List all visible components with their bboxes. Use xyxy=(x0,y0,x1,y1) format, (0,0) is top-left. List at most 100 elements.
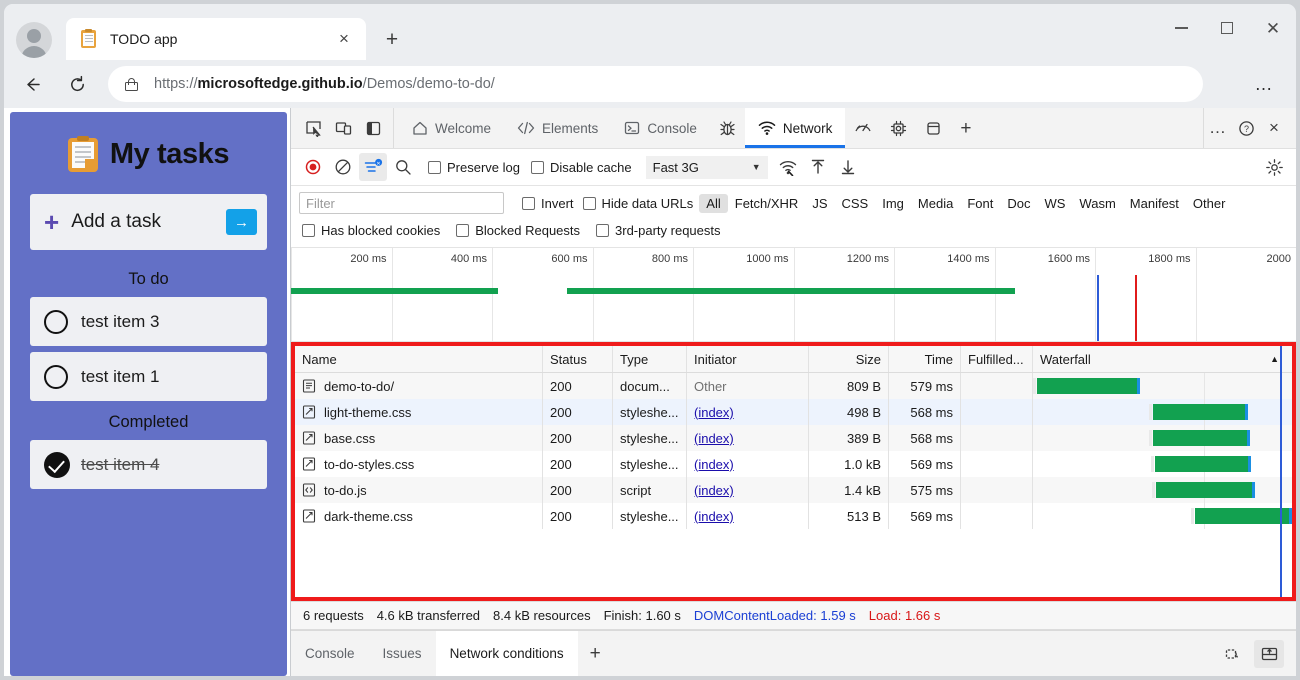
table-row[interactable]: light-theme.css 200 styleshe... (index) 498 … xyxy=(295,399,1292,425)
column-header-status[interactable]: Status xyxy=(543,346,613,372)
table-row[interactable]: dark-theme.css 200 styleshe... (index) 513 B… xyxy=(295,503,1292,529)
tab-console[interactable]: Console xyxy=(611,108,710,148)
clear-icon[interactable] xyxy=(329,153,357,181)
filter-icon[interactable]: ✕ xyxy=(359,153,387,181)
close-icon[interactable]: × xyxy=(330,25,358,53)
record-icon[interactable] xyxy=(299,153,327,181)
drawer-tab-console[interactable]: Console xyxy=(291,631,369,676)
checkbox-unchecked-icon[interactable] xyxy=(44,364,68,389)
waterfall-bar[interactable] xyxy=(1033,378,1140,394)
list-item[interactable]: test item 3 xyxy=(30,297,267,346)
browser-tab[interactable]: TODO app × xyxy=(66,18,366,60)
hide-data-urls-checkbox[interactable]: Hide data URLs xyxy=(582,196,693,211)
filter-type-other[interactable]: Other xyxy=(1186,194,1233,213)
initiator-link[interactable]: (index) xyxy=(694,431,734,446)
disable-cache-checkbox[interactable]: Disable cache xyxy=(530,160,632,175)
filter-type-ws[interactable]: WS xyxy=(1037,194,1072,213)
more-tabs-plus-icon[interactable]: + xyxy=(951,108,980,148)
column-header-waterfall[interactable]: Waterfall ▲ xyxy=(1033,346,1292,372)
url-input[interactable]: https://microsoftedge.github.io/Demos/de… xyxy=(108,66,1203,102)
close-devtools-icon[interactable]: × xyxy=(1260,114,1288,142)
filter-type-font[interactable]: Font xyxy=(960,194,1000,213)
reload-icon[interactable] xyxy=(60,67,94,101)
list-item[interactable]: test item 1 xyxy=(30,352,267,401)
column-header-size[interactable]: Size xyxy=(809,346,889,372)
help-icon[interactable]: ? xyxy=(1232,114,1260,142)
column-header-type[interactable]: Type xyxy=(613,346,687,372)
blocked-requests-checkbox[interactable]: Blocked Requests xyxy=(456,223,580,238)
add-task-input[interactable]: Add a task xyxy=(71,211,226,233)
table-row[interactable]: demo-to-do/200 docum... Other 809 B 579 ms xyxy=(295,373,1292,399)
initiator-link[interactable]: (index) xyxy=(694,483,734,498)
filter-input[interactable]: Filter xyxy=(299,192,504,214)
invert-checkbox[interactable]: Invert xyxy=(522,196,574,211)
device-toolbar-icon[interactable] xyxy=(329,114,357,142)
table-row[interactable]: to-do-styles.css 200 styleshe... (index) 1.0… xyxy=(295,451,1292,477)
tab-memory[interactable] xyxy=(881,108,916,148)
cell-size: 498 B xyxy=(809,399,889,425)
filter-type-js[interactable]: JS xyxy=(805,194,834,213)
column-header-time[interactable]: Time xyxy=(889,346,961,372)
inspect-icon[interactable] xyxy=(299,114,327,142)
list-item[interactable]: test item 4 xyxy=(30,440,267,489)
column-header-fulfilled[interactable]: Fulfilled... xyxy=(961,346,1033,372)
tab-elements[interactable]: Elements xyxy=(504,108,611,148)
throttling-select[interactable]: Fast 3G ▼ xyxy=(645,155,768,179)
initiator-link[interactable]: (index) xyxy=(694,457,734,472)
filter-type-img[interactable]: Img xyxy=(875,194,911,213)
maximize-icon[interactable] xyxy=(1204,4,1250,52)
browser-more-icon[interactable]: … xyxy=(1246,72,1282,96)
has-blocked-cookies-checkbox[interactable]: Has blocked cookies xyxy=(302,223,440,238)
column-header-initiator[interactable]: Initiator xyxy=(687,346,809,372)
filter-type-all[interactable]: All xyxy=(699,193,728,213)
waterfall-bar[interactable] xyxy=(1149,430,1250,446)
filter-type-fetchxhr[interactable]: Fetch/XHR xyxy=(728,194,806,213)
cell-initiator: (index) xyxy=(687,451,809,477)
filter-type-manifest[interactable]: Manifest xyxy=(1123,194,1186,213)
drawer-add-tab-icon[interactable]: + xyxy=(578,631,613,676)
table-row[interactable]: base.css 200 styleshe... (index) 389 B 568 ms xyxy=(295,425,1292,451)
third-party-requests-checkbox[interactable]: 3rd-party requests xyxy=(596,223,721,238)
search-icon[interactable] xyxy=(389,153,417,181)
waterfall-bar[interactable] xyxy=(1152,482,1255,498)
waterfall-bar[interactable] xyxy=(1190,508,1292,524)
dock-side-icon[interactable] xyxy=(359,114,387,142)
settings-gear-icon[interactable] xyxy=(1260,153,1288,181)
minimize-icon[interactable] xyxy=(1158,4,1204,52)
filter-type-wasm[interactable]: Wasm xyxy=(1072,194,1122,213)
column-header-name[interactable]: Name xyxy=(295,346,543,372)
export-har-icon[interactable] xyxy=(834,153,862,181)
table-row[interactable]: to-do.js 200 script (index) 1.4 kB 575 ms xyxy=(295,477,1292,503)
initiator-link[interactable]: (index) xyxy=(694,509,734,524)
drawer-tab-network-conditions[interactable]: Network conditions xyxy=(435,631,578,676)
drawer-dock-icon[interactable] xyxy=(1254,639,1284,668)
network-filterbar: Filter Invert Hide data URLs All Fetch/X… xyxy=(291,186,1296,248)
avatar[interactable] xyxy=(16,22,52,58)
waterfall-bar[interactable] xyxy=(1149,404,1249,420)
filter-type-doc[interactable]: Doc xyxy=(1000,194,1037,213)
close-icon[interactable]: ✕ xyxy=(1250,4,1296,52)
tab-sources-debug[interactable] xyxy=(710,108,745,148)
tab-network[interactable]: Network xyxy=(744,108,846,148)
checkbox-checked-icon[interactable] xyxy=(44,451,70,478)
initiator-link[interactable]: (index) xyxy=(694,405,734,420)
network-overview-timeline[interactable]: 200 ms 400 ms 600 ms 800 ms 1000 ms 1200 ms 14… xyxy=(291,248,1296,342)
network-conditions-icon[interactable] xyxy=(774,153,802,181)
filter-type-css[interactable]: CSS xyxy=(835,194,876,213)
tab-welcome[interactable]: Welcome xyxy=(399,108,504,148)
tab-performance[interactable] xyxy=(845,108,881,148)
arrow-right-icon[interactable]: → xyxy=(226,209,257,235)
drawer-tab-issues[interactable]: Issues xyxy=(369,631,436,676)
filter-type-media[interactable]: Media xyxy=(911,194,960,213)
new-tab-button[interactable]: + xyxy=(378,26,406,54)
back-arrow-icon[interactable] xyxy=(15,67,49,101)
add-task-row[interactable]: + Add a task → xyxy=(30,194,267,250)
cell-name: light-theme.css xyxy=(295,399,543,425)
import-har-icon[interactable] xyxy=(804,153,832,181)
sensors-icon[interactable] xyxy=(1218,640,1248,668)
tab-application[interactable] xyxy=(916,108,951,148)
checkbox-unchecked-icon[interactable] xyxy=(44,309,68,334)
devtools-more-icon[interactable]: … xyxy=(1204,114,1232,142)
waterfall-bar[interactable] xyxy=(1150,456,1252,472)
preserve-log-checkbox[interactable]: Preserve log xyxy=(428,160,520,175)
